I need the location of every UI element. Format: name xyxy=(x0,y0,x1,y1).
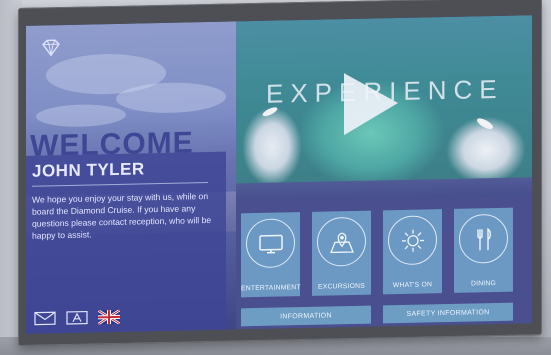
cutlery-icon xyxy=(459,213,508,264)
diamond-logo-icon xyxy=(42,39,60,57)
tv-frame: WELCOME JOHN TYLER We hope you enjoy you… xyxy=(18,0,542,346)
information-button[interactable]: INFORMATION xyxy=(241,305,371,327)
map-pin-icon xyxy=(317,216,366,267)
tile-dining[interactable]: DINING xyxy=(454,207,513,293)
welcome-message: We hope you enjoy your stay with us, whi… xyxy=(32,191,212,241)
tv-screen: WELCOME JOHN TYLER We hope you enjoy you… xyxy=(26,15,532,334)
tv-icon xyxy=(246,218,295,269)
tile-whats-on[interactable]: WHAT'S ON xyxy=(383,209,442,295)
tile-label: WHAT'S ON xyxy=(392,281,433,290)
guest-name: JOHN TYLER xyxy=(32,159,145,181)
uk-flag-icon[interactable] xyxy=(98,309,120,325)
tile-label: EXCURSIONS xyxy=(318,282,365,291)
video-player[interactable]: EXPERIENCE xyxy=(236,15,532,190)
tile-excursions[interactable]: EXCURSIONS xyxy=(312,210,371,296)
tile-label: ENTERTAINMENT xyxy=(241,284,301,293)
tile-label: DINING xyxy=(471,279,496,288)
mail-icon[interactable] xyxy=(34,311,56,326)
font-size-icon[interactable] xyxy=(66,310,88,325)
play-icon[interactable] xyxy=(340,70,400,137)
sun-icon xyxy=(388,215,437,266)
tile-entertainment[interactable]: ENTERTAINMENT xyxy=(241,212,301,298)
safety-information-button[interactable]: SAFETY INFORMATION xyxy=(383,302,513,324)
utility-icons xyxy=(34,309,120,326)
